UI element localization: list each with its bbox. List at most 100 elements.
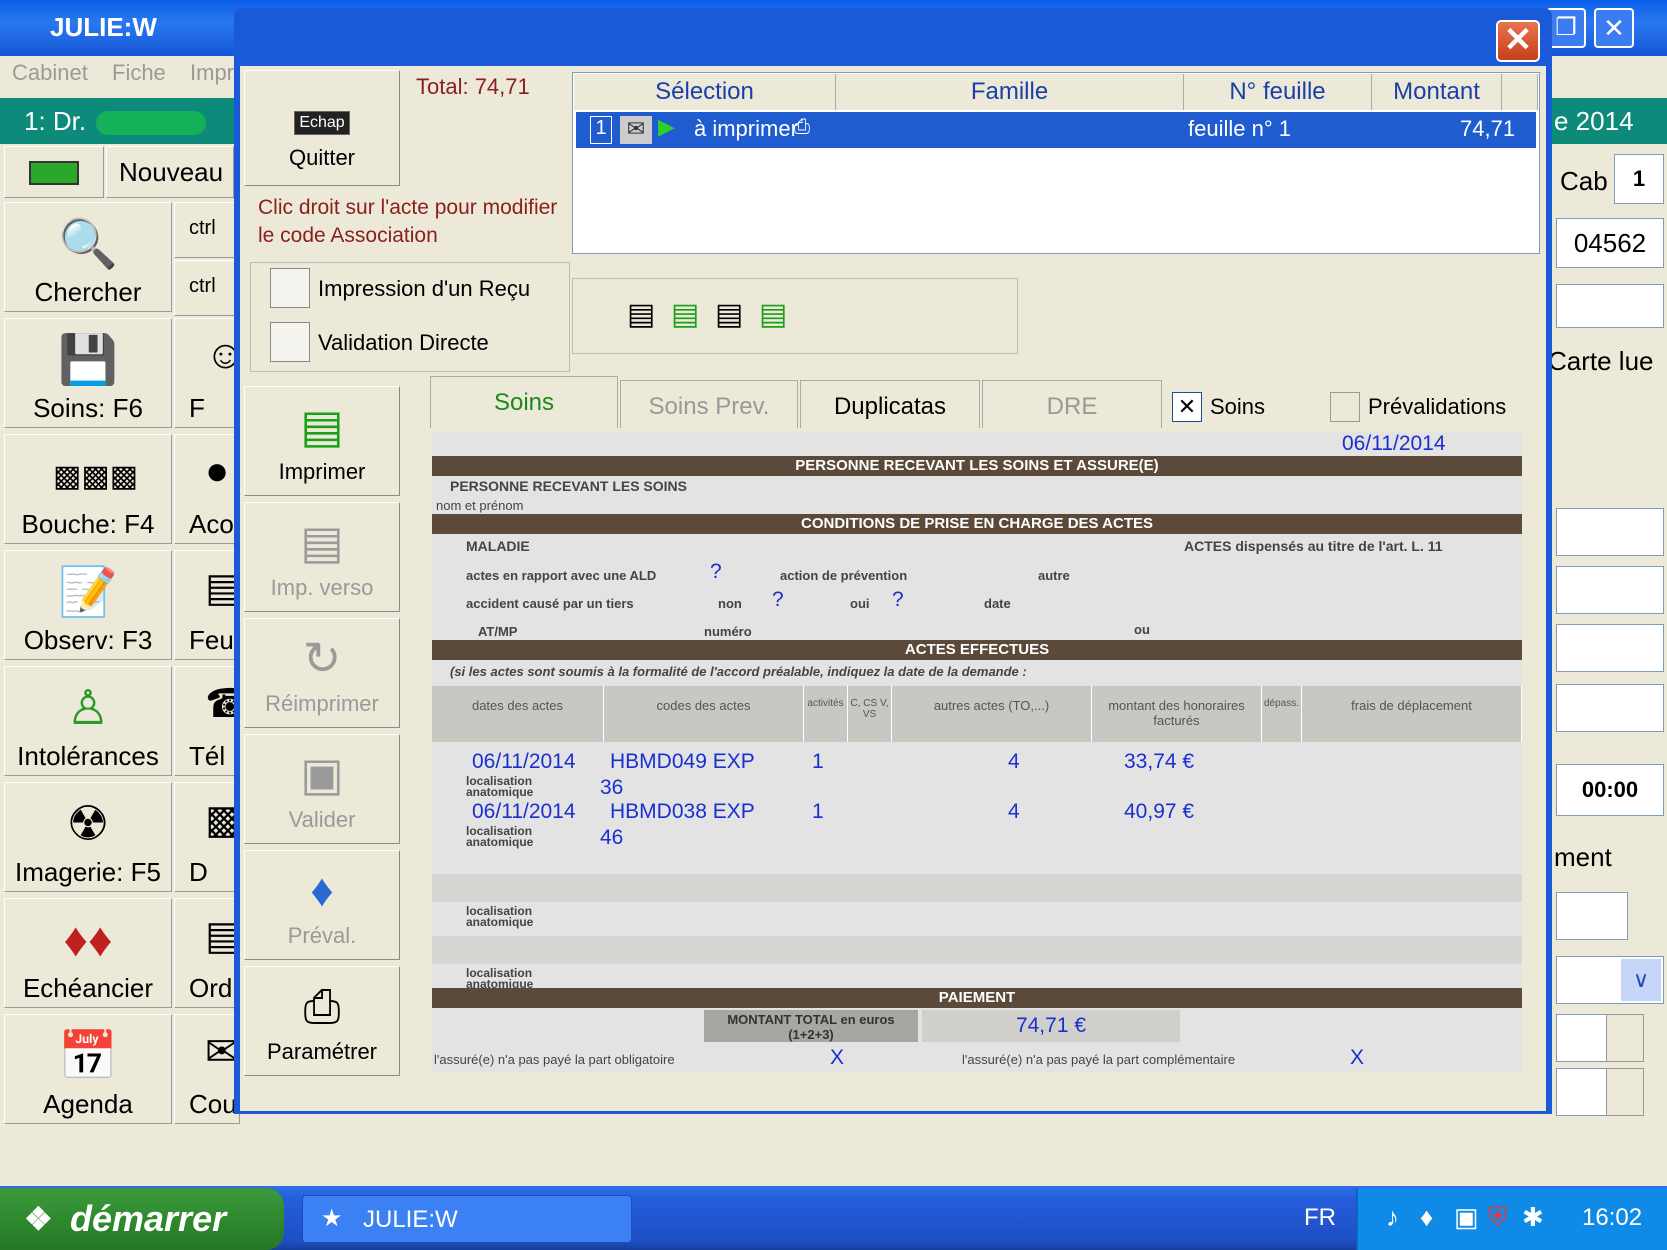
menu-fiche[interactable]: Fiche bbox=[112, 60, 166, 86]
row1-loc[interactable]: 36 bbox=[600, 776, 623, 800]
non-question[interactable]: ? bbox=[772, 588, 784, 612]
quit-button[interactable]: Echap Quitter bbox=[244, 70, 400, 186]
oblig-x[interactable]: X bbox=[830, 1046, 844, 1070]
card-print-icon-2[interactable]: ▤ bbox=[715, 297, 743, 332]
tab-soins-prev[interactable]: Soins Prev. bbox=[620, 380, 798, 428]
right-field-3[interactable] bbox=[1556, 566, 1664, 614]
col2-button-cou[interactable]: ✉ Cou bbox=[174, 1014, 240, 1124]
oui-question[interactable]: ? bbox=[892, 588, 904, 612]
ctrl-button-2[interactable]: ctrl bbox=[174, 260, 240, 316]
tooth-tools-icon: 💾 bbox=[58, 334, 118, 387]
tab-dre[interactable]: DRE bbox=[982, 380, 1162, 428]
device-icon[interactable]: ▣ bbox=[1454, 1202, 1479, 1233]
col-montant[interactable]: Montant bbox=[1372, 74, 1502, 110]
speaker-icon[interactable]: ♪ bbox=[1386, 1202, 1399, 1233]
echeancier-button[interactable]: ♦♦ Echéancier bbox=[4, 898, 172, 1008]
col2-button-ord[interactable]: ▤ Ord bbox=[174, 898, 240, 1008]
language-indicator[interactable]: FR bbox=[1304, 1204, 1336, 1232]
chevron-down-icon[interactable]: ∨ bbox=[1621, 959, 1661, 1001]
security-icon[interactable]: ✱ bbox=[1522, 1202, 1544, 1233]
empty-row-3[interactable] bbox=[432, 874, 1522, 902]
doctor-label: 1: Dr. bbox=[24, 106, 87, 136]
row1-modif[interactable]: 4 bbox=[1008, 750, 1020, 774]
close-main-icon[interactable]: ✕ bbox=[1594, 8, 1634, 48]
intolerances-button[interactable]: ♙ Intolérances bbox=[4, 666, 172, 776]
shield-icon[interactable]: ⛨ bbox=[1488, 1202, 1508, 1234]
prevalidations-checkbox[interactable] bbox=[1330, 392, 1360, 422]
soins-checkbox[interactable]: ✕ bbox=[1172, 392, 1202, 422]
ald-question[interactable]: ? bbox=[710, 560, 722, 584]
form-date[interactable]: 06/11/2014 bbox=[1342, 432, 1446, 456]
preval-button[interactable]: ♦ Préval. bbox=[244, 850, 400, 960]
right-field-4[interactable] bbox=[1556, 624, 1664, 672]
hdr-frais: frais de déplacement bbox=[1302, 686, 1522, 742]
small-button-1[interactable] bbox=[1606, 1014, 1644, 1062]
ctrl-button-1[interactable]: ctrl bbox=[174, 202, 240, 258]
reimprimer-button[interactable]: ↻ Réimprimer bbox=[244, 618, 400, 728]
taskbar-app-button[interactable]: ★ JULIE:W bbox=[302, 1195, 632, 1243]
soins-button[interactable]: 💾 Soins: F6 bbox=[4, 318, 172, 428]
col2-button-d[interactable]: ▩ D bbox=[174, 782, 240, 892]
parametrer-button[interactable]: ⎙ Paramétrer bbox=[244, 966, 400, 1076]
right-field-2[interactable] bbox=[1556, 508, 1664, 556]
time-field[interactable]: 00:00 bbox=[1556, 764, 1664, 816]
chercher-label: Chercher bbox=[34, 277, 142, 307]
row2-date[interactable]: 06/11/2014 bbox=[472, 800, 576, 824]
clock[interactable]: 16:02 bbox=[1582, 1204, 1642, 1232]
start-button[interactable]: ❖ démarrer bbox=[0, 1188, 284, 1250]
col-feuille[interactable]: N° feuille bbox=[1184, 74, 1372, 110]
tab-soins[interactable]: Soins bbox=[430, 376, 618, 428]
tab-duplicatas[interactable]: Duplicatas bbox=[800, 380, 980, 428]
observ-button[interactable]: 📝 Observ: F3 bbox=[4, 550, 172, 660]
row2-montant[interactable]: 40,97 € bbox=[1124, 800, 1194, 824]
dropdown-field[interactable]: ∨ bbox=[1556, 956, 1664, 1004]
col-selection[interactable]: Sélection bbox=[574, 74, 836, 110]
oblig-label: l'assuré(e) n'a pas payé la part obligat… bbox=[434, 1052, 675, 1067]
col-famille[interactable]: Famille bbox=[836, 74, 1184, 110]
card-icon bbox=[29, 161, 79, 185]
row-selection: à imprimer bbox=[694, 116, 798, 141]
accord-label: (si les actes sont soumis à la formalité… bbox=[450, 664, 1027, 679]
valider-button[interactable]: ▣ Valider bbox=[244, 734, 400, 844]
chercher-button[interactable]: 🔍 Chercher bbox=[4, 202, 172, 312]
table-row[interactable]: 1 ✉ ▶ à imprimer ⎙ feuille n° 1 74,71 bbox=[576, 112, 1536, 148]
right-field-6[interactable] bbox=[1556, 892, 1628, 940]
empty-row-4[interactable] bbox=[432, 936, 1522, 964]
right-field-5[interactable] bbox=[1556, 684, 1664, 732]
imagerie-button[interactable]: ☢ Imagerie: F5 bbox=[4, 782, 172, 892]
bouche-button[interactable]: ▩▩▩ Bouche: F4 bbox=[4, 434, 172, 544]
patient-id-field[interactable]: 04562 bbox=[1556, 218, 1664, 268]
compl-x[interactable]: X bbox=[1350, 1046, 1364, 1070]
right-field-1[interactable] bbox=[1556, 284, 1664, 328]
dialog-close-button[interactable]: ✕ bbox=[1496, 20, 1540, 62]
card-print-icon[interactable]: ▤ bbox=[627, 297, 655, 332]
col2-button-feui[interactable]: ▤ Feui bbox=[174, 550, 240, 660]
row2-activite[interactable]: 1 bbox=[812, 800, 824, 824]
form-green-icon-2[interactable]: ▤ bbox=[759, 297, 787, 332]
row2-modif[interactable]: 4 bbox=[1008, 800, 1020, 824]
nouveau-button[interactable]: Nouveau bbox=[106, 146, 234, 198]
network-icon[interactable]: ♦ bbox=[1420, 1202, 1433, 1233]
row1-activite[interactable]: 1 bbox=[812, 750, 824, 774]
col2-button-f[interactable]: ☺F bbox=[174, 318, 240, 428]
form-green-icon[interactable]: ▤ bbox=[671, 297, 699, 332]
imp-verso-button[interactable]: ▤ Imp. verso bbox=[244, 502, 400, 612]
row1-code[interactable]: HBMD049 EXP bbox=[610, 750, 755, 774]
row2-code[interactable]: HBMD038 EXP bbox=[610, 800, 755, 824]
small-button-2[interactable] bbox=[1606, 1068, 1644, 1116]
menu-impr[interactable]: Impr bbox=[190, 60, 234, 86]
cab-field[interactable]: 1 bbox=[1614, 154, 1664, 204]
restore-icon[interactable]: ❐ bbox=[1546, 8, 1586, 48]
row1-date[interactable]: 06/11/2014 bbox=[472, 750, 576, 774]
row2-loc[interactable]: 46 bbox=[600, 826, 623, 850]
card-reader-button[interactable] bbox=[4, 146, 104, 198]
receipt-checkbox[interactable] bbox=[270, 268, 310, 308]
row1-montant[interactable]: 33,74 € bbox=[1124, 750, 1194, 774]
imprimer-button[interactable]: ▤ Imprimer bbox=[244, 386, 400, 496]
col2-button-tel[interactable]: ☎Tél bbox=[174, 666, 240, 776]
agenda-button[interactable]: 📅 Agenda bbox=[4, 1014, 172, 1124]
direct-checkbox[interactable] bbox=[270, 322, 310, 362]
menu-cabinet[interactable]: Cabinet bbox=[12, 60, 88, 86]
col2-button-aco[interactable]: ● Aco bbox=[174, 434, 240, 544]
montant-total-value[interactable]: 74,71 € bbox=[922, 1010, 1180, 1042]
